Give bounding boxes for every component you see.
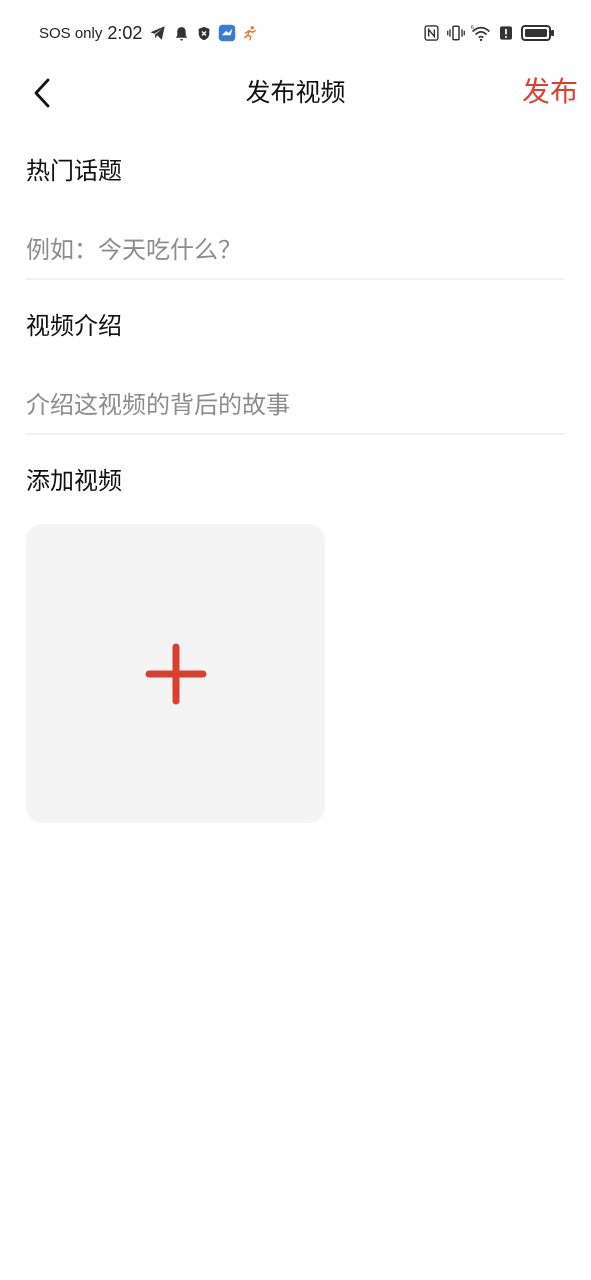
intro-input[interactable] xyxy=(26,377,565,435)
topic-label: 热门话题 xyxy=(26,157,122,185)
plus-icon xyxy=(145,643,206,704)
status-bar-left: SOS only 2:02 xyxy=(39,20,263,46)
bell-icon xyxy=(171,23,191,43)
alert-icon xyxy=(496,23,516,43)
shield-icon xyxy=(194,23,214,43)
publish-button[interactable]: 发布 xyxy=(522,74,578,110)
battery-icon xyxy=(521,23,555,43)
svg-text:6: 6 xyxy=(471,25,474,31)
nfc-icon xyxy=(421,23,441,43)
topic-input[interactable] xyxy=(26,222,565,280)
carrier-label: SOS only xyxy=(39,24,103,42)
status-bar-right: 6 xyxy=(416,20,555,46)
page-title: 发布视频 xyxy=(245,78,346,107)
running-app-icon xyxy=(240,23,260,43)
wifi-6-icon: 6 xyxy=(471,23,491,43)
add-video-button[interactable] xyxy=(26,524,325,823)
vibrate-icon xyxy=(446,23,466,43)
status-bar: SOS only 2:02 6 xyxy=(0,0,591,66)
app-bird-icon xyxy=(217,23,237,43)
intro-label: 视频介绍 xyxy=(26,312,122,340)
add-video-label: 添加视频 xyxy=(26,467,122,495)
clock-time: 2:02 xyxy=(107,22,143,43)
telegram-icon xyxy=(148,23,168,43)
nav-bar: 发布视频 发布 xyxy=(0,66,591,120)
